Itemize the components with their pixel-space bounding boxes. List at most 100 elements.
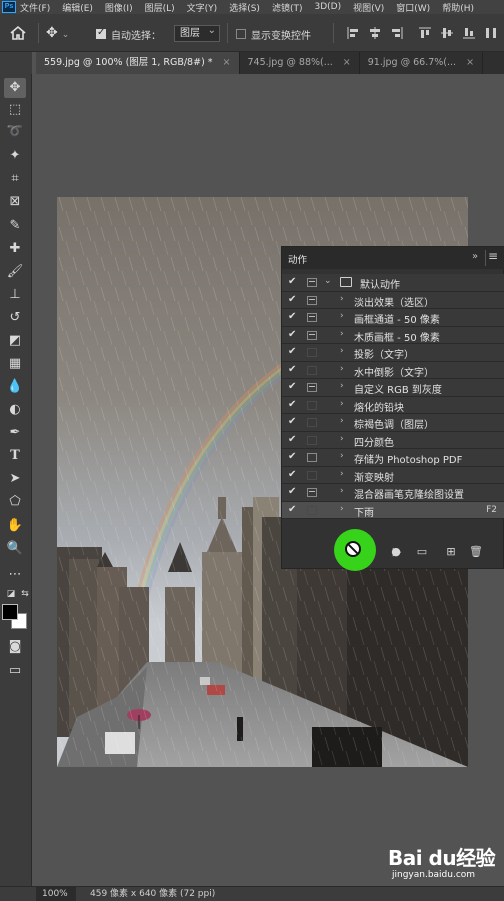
home-icon[interactable] bbox=[8, 25, 28, 41]
chevron-right-icon[interactable]: › bbox=[340, 469, 344, 479]
dialog-toggle[interactable] bbox=[307, 295, 317, 305]
align-left-icon[interactable] bbox=[346, 26, 360, 40]
align-bottom-icon[interactable] bbox=[462, 26, 476, 40]
frame-tool-icon[interactable]: ⊠ bbox=[4, 192, 26, 212]
check-icon[interactable]: ✔ bbox=[288, 451, 296, 462]
menu-3d[interactable]: 3D(D) bbox=[314, 2, 341, 12]
chevron-right-icon[interactable]: › bbox=[340, 311, 344, 321]
auto-select-checkbox[interactable] bbox=[96, 27, 106, 39]
panel-title[interactable]: 动作 bbox=[288, 252, 307, 266]
check-icon[interactable]: ✔ bbox=[288, 294, 296, 305]
tab-91[interactable]: 91.jpg @ 66.7%(... × bbox=[360, 52, 484, 74]
action-row-selected[interactable]: ✔ › 下雨 F2 bbox=[282, 501, 504, 519]
collapse-icon[interactable]: » bbox=[472, 251, 478, 262]
zoom-level[interactable]: 100% bbox=[36, 887, 76, 901]
distribute-icon[interactable] bbox=[484, 26, 498, 40]
close-icon[interactable]: × bbox=[343, 52, 351, 74]
dialog-toggle[interactable] bbox=[307, 418, 317, 427]
action-row[interactable]: ✔ › 四分颜色 bbox=[282, 431, 504, 449]
check-icon[interactable]: ✔ bbox=[288, 381, 296, 392]
eyedropper-icon[interactable]: ✎ bbox=[4, 216, 26, 236]
more-tools-icon[interactable]: ⋯ bbox=[4, 565, 26, 585]
dialog-toggle[interactable] bbox=[307, 470, 317, 480]
action-row[interactable]: ✔ › 淡出效果（选区） bbox=[282, 291, 504, 309]
screen-mode-icon[interactable]: ▭ bbox=[4, 661, 26, 681]
menu-image[interactable]: 图像(I) bbox=[105, 1, 133, 14]
chevron-right-icon[interactable]: › bbox=[340, 294, 344, 304]
dialog-toggle[interactable] bbox=[307, 435, 317, 445]
menu-file[interactable]: 文件(F) bbox=[20, 1, 50, 14]
menu-view[interactable]: 视图(V) bbox=[353, 1, 384, 14]
chevron-right-icon[interactable]: › bbox=[340, 451, 344, 461]
magic-wand-icon[interactable]: ✦ bbox=[4, 146, 26, 166]
check-icon[interactable]: ✔ bbox=[288, 486, 296, 497]
action-row[interactable]: ✔ › 水中倒影（文字） bbox=[282, 361, 504, 379]
dialog-toggle[interactable] bbox=[307, 278, 317, 287]
action-row[interactable]: ✔ › 熔化的铅块 bbox=[282, 396, 504, 414]
tab-559[interactable]: 559.jpg @ 100% (图层 1, RGB/8#) * × bbox=[36, 52, 240, 74]
history-brush-icon[interactable]: ↺ bbox=[4, 308, 26, 328]
close-icon[interactable]: × bbox=[223, 52, 231, 74]
align-middle-icon[interactable] bbox=[440, 26, 454, 40]
chevron-right-icon[interactable]: › bbox=[340, 486, 344, 496]
action-row[interactable]: ✔ › 渐变映射 bbox=[282, 466, 504, 484]
crop-tool-icon[interactable]: ⌗ bbox=[4, 169, 26, 189]
blur-tool-icon[interactable]: 💧 bbox=[4, 377, 26, 397]
chevron-right-icon[interactable]: › bbox=[340, 434, 344, 444]
action-row[interactable]: ✔ › 存储为 Photoshop PDF bbox=[282, 449, 504, 467]
zoom-tool-icon[interactable]: 🔍 bbox=[4, 539, 26, 559]
check-icon[interactable]: ✔ bbox=[288, 311, 296, 322]
brush-tool-icon[interactable]: 🖌 bbox=[4, 262, 26, 282]
move-tool-icon[interactable]: ✥ ⌄ bbox=[46, 25, 80, 41]
healing-brush-icon[interactable]: ✚ bbox=[4, 239, 26, 259]
color-swatches[interactable] bbox=[2, 604, 30, 632]
dodge-tool-icon[interactable]: ◐ bbox=[4, 400, 26, 420]
menu-type[interactable]: 文字(Y) bbox=[187, 1, 218, 14]
dialog-toggle[interactable] bbox=[307, 348, 317, 357]
panel-menu-icon[interactable]: ≡ bbox=[488, 249, 504, 265]
align-top-icon[interactable] bbox=[418, 26, 432, 40]
action-row[interactable]: ✔ › 画框通道 - 50 像素 bbox=[282, 309, 504, 327]
check-icon[interactable]: ✔ bbox=[288, 399, 296, 410]
stop-icon[interactable] bbox=[345, 541, 361, 557]
dialog-toggle[interactable] bbox=[307, 330, 317, 340]
close-icon[interactable]: × bbox=[466, 52, 474, 74]
align-right-icon[interactable] bbox=[390, 26, 404, 40]
check-icon[interactable]: ✔ bbox=[288, 329, 296, 340]
new-action-icon[interactable]: ⊞ bbox=[442, 543, 460, 561]
shape-tool-icon[interactable]: ⬠ bbox=[4, 492, 26, 512]
dialog-toggle[interactable] bbox=[307, 400, 317, 410]
trash-icon[interactable]: 🗑 bbox=[467, 543, 485, 561]
dialog-toggle[interactable] bbox=[307, 365, 317, 375]
show-transform-checkbox[interactable] bbox=[236, 29, 246, 39]
chevron-right-icon[interactable]: › bbox=[340, 381, 344, 391]
align-center-icon[interactable] bbox=[368, 26, 382, 40]
move-tool-icon[interactable]: ✥ bbox=[4, 78, 26, 98]
chevron-right-icon[interactable]: › bbox=[340, 399, 344, 409]
dialog-toggle[interactable] bbox=[307, 313, 317, 322]
action-row[interactable]: ✔ › 投影（文字） bbox=[282, 344, 504, 362]
menu-window[interactable]: 窗口(W) bbox=[396, 1, 430, 14]
quick-mask-icon[interactable]: ◙ bbox=[4, 637, 26, 657]
check-icon[interactable]: ✔ bbox=[288, 416, 296, 427]
chevron-down-icon[interactable]: ⌄ bbox=[324, 276, 332, 286]
menu-layer[interactable]: 图层(L) bbox=[145, 1, 175, 14]
tab-745[interactable]: 745.jpg @ 88%(... × bbox=[240, 52, 360, 74]
action-set-row[interactable]: ✔ ⌄ 默认动作 bbox=[282, 274, 504, 292]
dialog-toggle[interactable] bbox=[307, 488, 317, 497]
check-icon[interactable]: ✔ bbox=[288, 364, 296, 375]
menu-filter[interactable]: 滤镜(T) bbox=[272, 1, 303, 14]
clone-stamp-icon[interactable]: ⊥ bbox=[4, 285, 26, 305]
check-icon[interactable]: ✔ bbox=[288, 346, 296, 357]
action-row[interactable]: ✔ › 自定义 RGB 到灰度 bbox=[282, 379, 504, 397]
check-icon[interactable]: ✔ bbox=[288, 469, 296, 480]
chevron-right-icon[interactable]: › bbox=[340, 416, 344, 426]
action-row[interactable]: ✔ › 木质画框 - 50 像素 bbox=[282, 326, 504, 344]
eraser-icon[interactable]: ◩ bbox=[4, 331, 26, 351]
hand-tool-icon[interactable]: ✋ bbox=[4, 516, 26, 536]
lasso-tool-icon[interactable]: ➰ bbox=[4, 122, 26, 142]
gradient-tool-icon[interactable]: ▦ bbox=[4, 354, 26, 374]
path-select-icon[interactable]: ➤ bbox=[4, 469, 26, 489]
check-icon[interactable]: ✔ bbox=[288, 504, 296, 515]
dialog-toggle[interactable] bbox=[307, 505, 317, 515]
